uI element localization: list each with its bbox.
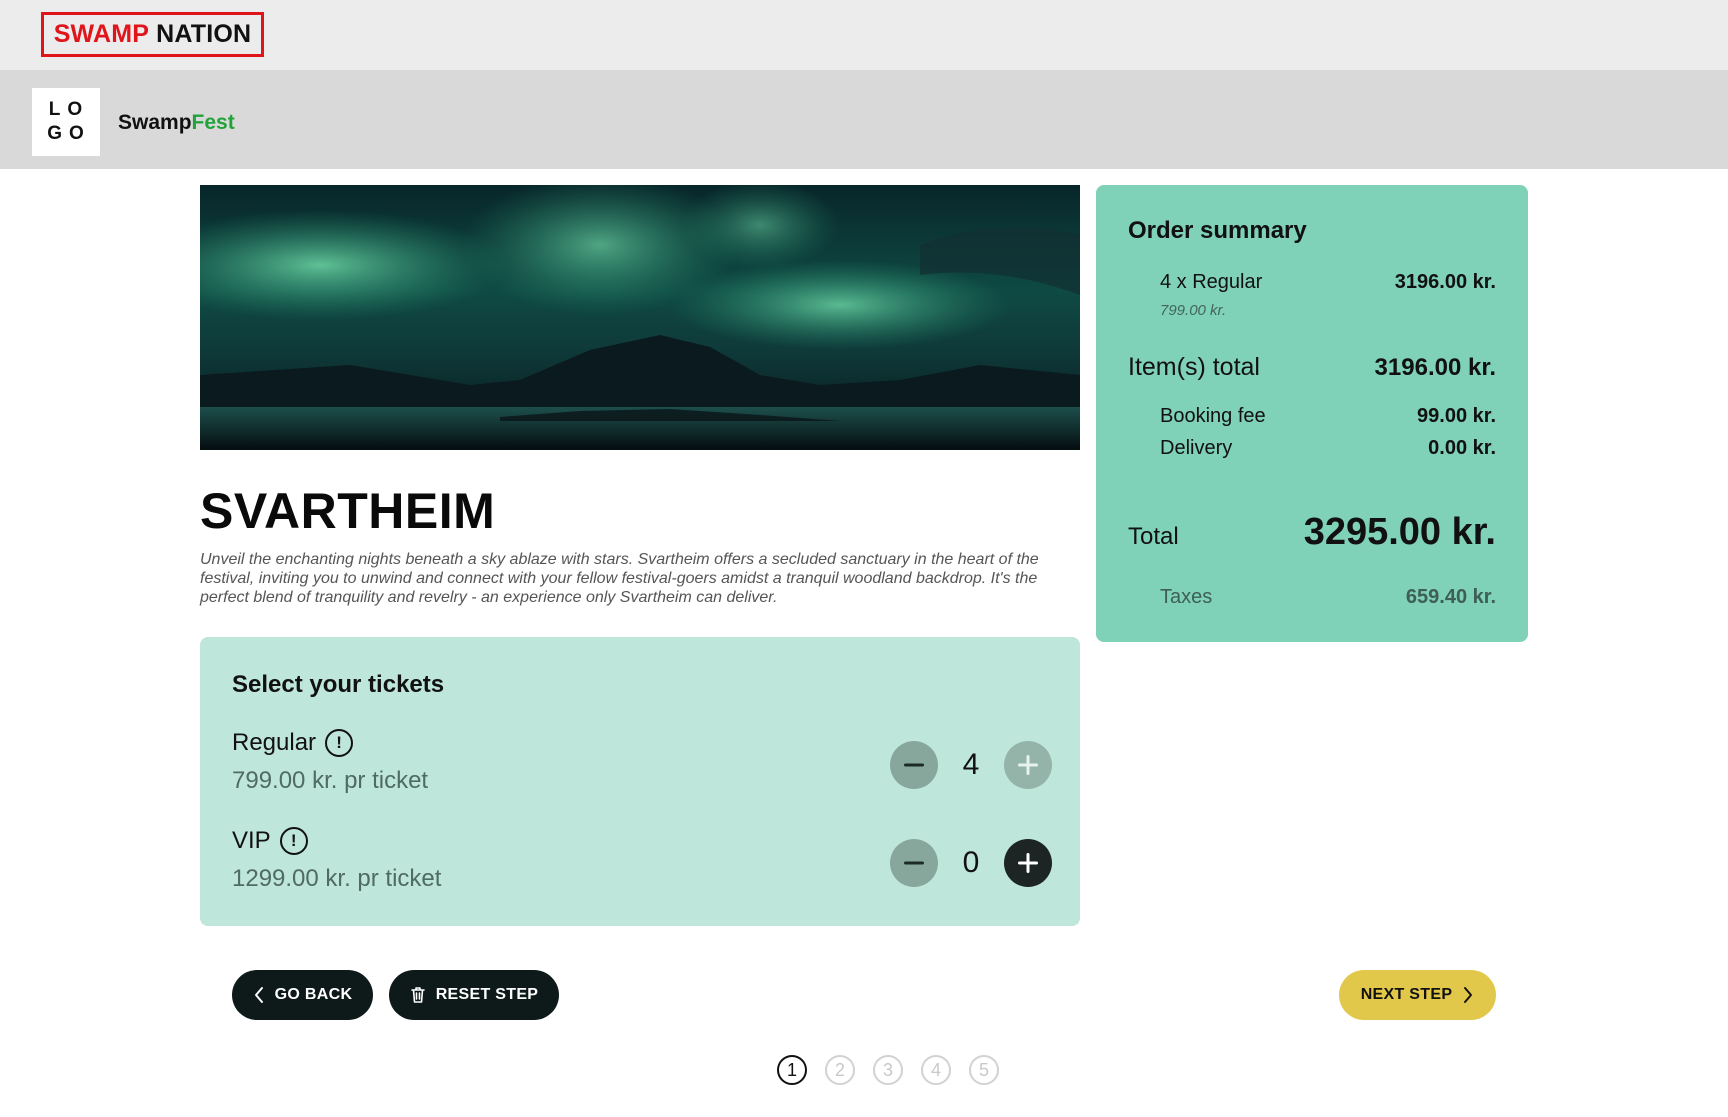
- ticket-row-vip: VIP ! 1299.00 kr. pr ticket 0: [232, 827, 1052, 897]
- booking-fee-value: 99.00 kr.: [1417, 405, 1496, 427]
- site-name-fest: Fest: [191, 111, 235, 134]
- go-back-label: GO BACK: [274, 986, 353, 1003]
- total-value: 3295.00 kr.: [1303, 511, 1496, 553]
- brand-word-nation: NATION: [156, 20, 252, 48]
- page-step-2[interactable]: 2: [825, 1055, 855, 1085]
- hero-image-aurora: [200, 185, 1080, 450]
- summary-line-item: 4 x Regular 3196.00 kr.: [1160, 271, 1496, 294]
- ticket-name-vip: VIP !: [232, 827, 308, 855]
- event-description: Unveil the enchanting nights beneath a s…: [200, 551, 1039, 606]
- summary-items-total: Item(s) total 3196.00 kr.: [1128, 353, 1496, 382]
- site-name-swamp: Swamp: [118, 111, 192, 134]
- ticket-label: VIP: [232, 827, 271, 854]
- go-back-button[interactable]: GO BACK: [232, 970, 373, 1020]
- top-bar: SWAMP NATION: [0, 0, 1728, 70]
- quantity-stepper-regular: 4: [890, 741, 1052, 789]
- logo-line-2: GO: [47, 123, 91, 144]
- brand-wordmark[interactable]: SWAMP NATION: [41, 12, 264, 57]
- plus-icon[interactable]: [1004, 741, 1052, 789]
- page-step-3[interactable]: 3: [873, 1055, 903, 1085]
- minus-icon[interactable]: [890, 839, 938, 887]
- quantity-value: 0: [962, 846, 980, 879]
- summary-booking-fee: Booking fee 99.00 kr.: [1160, 405, 1496, 428]
- step-pager: 1 2 3 4 5: [0, 1055, 1728, 1085]
- delivery-label: Delivery: [1160, 437, 1233, 459]
- brand-word-swamp: SWAMP: [53, 20, 150, 48]
- reset-step-button[interactable]: RESET STEP: [389, 970, 559, 1020]
- taxes-label: Taxes: [1160, 586, 1213, 608]
- ticket-label: Regular: [232, 729, 317, 756]
- page-step-4[interactable]: 4: [921, 1055, 951, 1085]
- site-name[interactable]: SwampFest: [118, 111, 235, 135]
- order-summary-title: Order summary: [1128, 217, 1307, 244]
- logo-line-1: LO: [48, 99, 90, 120]
- chevron-left-icon: [254, 987, 263, 1003]
- summary-taxes: Taxes 659.40 kr.: [1160, 586, 1496, 609]
- info-icon[interactable]: !: [279, 827, 308, 855]
- ticket-row-regular: Regular ! 799.00 kr. pr ticket 4: [232, 729, 1052, 799]
- logo[interactable]: LO GO: [32, 88, 100, 156]
- booking-fee-label: Booking fee: [1160, 405, 1266, 427]
- ticket-price: 799.00 kr. pr ticket: [232, 767, 429, 794]
- info-icon[interactable]: !: [325, 729, 354, 757]
- ticket-selector-panel: Select your tickets Regular ! 799.00 kr.…: [200, 637, 1080, 926]
- summary-total: Total 3295.00 kr.: [1128, 511, 1496, 554]
- ticket-selector-title: Select your tickets: [232, 671, 445, 698]
- site-header: LO GO SwampFest: [0, 70, 1728, 169]
- summary-delivery: Delivery 0.00 kr.: [1160, 437, 1496, 460]
- line-item-value: 3196.00 kr.: [1394, 271, 1496, 293]
- order-summary-panel: Order summary 4 x Regular 3196.00 kr. 79…: [1096, 185, 1528, 642]
- plus-icon[interactable]: [1004, 839, 1052, 887]
- ticket-price: 1299.00 kr. pr ticket: [232, 865, 442, 892]
- items-total-label: Item(s) total: [1128, 353, 1260, 381]
- line-item-unit-price: 799.00 kr.: [1160, 302, 1227, 319]
- line-item-label: 4 x Regular: [1160, 271, 1263, 293]
- items-total-value: 3196.00 kr.: [1374, 354, 1496, 381]
- page-step-1[interactable]: 1: [777, 1055, 807, 1085]
- next-step-button[interactable]: NEXT STEP: [1339, 970, 1496, 1020]
- delivery-value: 0.00 kr.: [1428, 437, 1496, 459]
- page-step-5[interactable]: 5: [969, 1055, 999, 1085]
- taxes-value: 659.40 kr.: [1405, 586, 1496, 608]
- trash-icon: [410, 987, 425, 1003]
- reset-step-label: RESET STEP: [435, 986, 539, 1003]
- minus-icon[interactable]: [890, 741, 938, 789]
- next-step-label: NEXT STEP: [1360, 986, 1453, 1003]
- chevron-right-icon: [1464, 987, 1473, 1003]
- event-title: SVARTHEIM: [200, 483, 496, 539]
- total-label: Total: [1128, 523, 1179, 550]
- ticket-name-regular: Regular !: [232, 729, 354, 757]
- quantity-stepper-vip: 0: [890, 839, 1052, 887]
- quantity-value: 4: [962, 748, 980, 781]
